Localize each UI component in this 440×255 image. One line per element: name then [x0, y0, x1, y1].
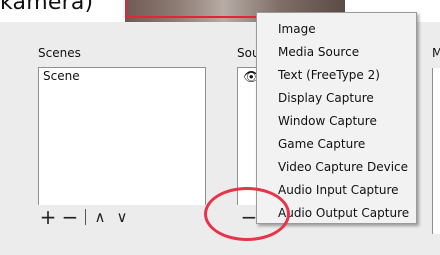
menu-item-window-capture[interactable]: Window Capture — [278, 114, 377, 128]
add-scene-button[interactable]: + — [38, 205, 58, 229]
scenes-list[interactable]: Scene — [38, 67, 206, 207]
toolbar-divider — [85, 209, 86, 225]
menu-item-text-freetype2[interactable]: Text (FreeType 2) — [278, 68, 380, 82]
mixer-dock-title: M — [432, 46, 440, 60]
menu-item-media-source[interactable]: Media Source — [278, 45, 359, 59]
menu-item-image[interactable]: Image — [278, 22, 316, 36]
annotation-circle — [204, 187, 290, 241]
menu-item-display-capture[interactable]: Display Capture — [278, 91, 374, 105]
scenes-toolbar: + − ∧ ∨ — [38, 205, 206, 231]
menu-item-audio-output-capture[interactable]: Audio Output Capture — [278, 206, 409, 220]
scenes-dock-title: Scenes — [38, 46, 81, 60]
add-source-context-menu: Image Media Source Text (FreeType 2) Dis… — [256, 12, 417, 224]
mixer-panel — [432, 68, 440, 234]
menu-item-audio-input-capture[interactable]: Audio Input Capture — [278, 183, 399, 197]
move-scene-up-button[interactable]: ∧ — [90, 205, 110, 229]
preview-caption: kamera) — [0, 0, 94, 15]
move-scene-down-button[interactable]: ∨ — [112, 205, 132, 229]
menu-item-video-capture-device[interactable]: Video Capture Device — [278, 160, 408, 174]
menu-item-game-capture[interactable]: Game Capture — [278, 137, 365, 151]
remove-scene-button[interactable]: − — [60, 205, 80, 229]
scene-item[interactable]: Scene — [43, 69, 80, 83]
